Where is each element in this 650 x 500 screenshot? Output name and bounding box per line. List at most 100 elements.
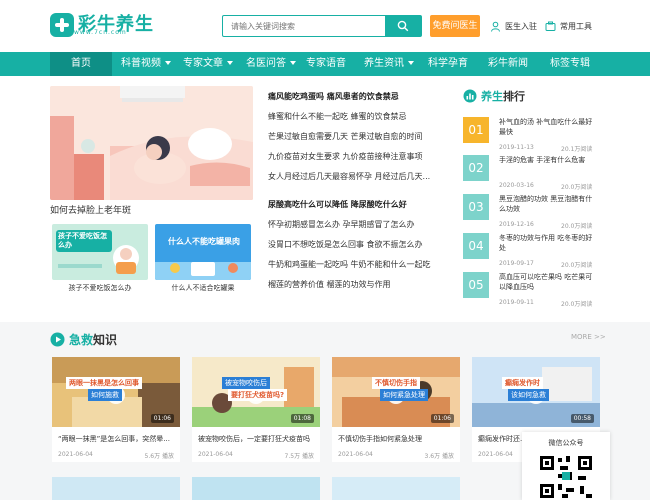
nav-label: 科学孕育 — [428, 58, 468, 69]
ranking-item[interactable]: 04 冬枣的功效与作用 吃冬枣的好处 2019-09-17 20.0万阅读 — [463, 233, 600, 271]
ranking-item[interactable]: 03 黑豆泡醋的功效 黑豆泡醋有什么功效 2019-12-16 20.0万阅读 — [463, 194, 600, 232]
nav-item-science-video[interactable]: 科普视频 — [115, 52, 177, 76]
nav-label: 科普视频 — [121, 58, 161, 69]
nav-item-company-news[interactable]: 彩牛新闻 — [480, 52, 536, 76]
chevron-down-icon — [227, 61, 233, 65]
news-headline[interactable]: 尿酸高吃什么可以降低 降尿酸吃什么好 — [268, 198, 448, 218]
ranking-number: 01 — [463, 117, 489, 143]
hero-image[interactable] — [50, 86, 253, 200]
video-card[interactable]: 不慎切伤手指 如何紧急处理 01:06 不慎切伤手指如何紧急处理 2021-06… — [332, 357, 460, 462]
ranking-item-date: 2019-09-17 — [499, 260, 534, 267]
video-duration: 01:06 — [430, 414, 454, 423]
thumb-canned-fruit-caption[interactable]: 什么人不适合吃罐果 — [155, 283, 251, 293]
ranking-title-rest: 排行 — [503, 90, 525, 103]
ranking-item[interactable]: 02 手淫的危害 手淫有什么危害 2020-03-16 20.0万阅读 — [463, 155, 600, 193]
thumb-canned-fruit[interactable]: 什么人不能吃罐果肉 — [155, 224, 251, 280]
nav-label: 彩牛新闻 — [488, 58, 528, 69]
video-overlay-subtitle: 如何紧急处理 — [380, 389, 428, 401]
hero-caption[interactable]: 如何去掉脸上老年斑 — [50, 203, 131, 216]
video-duration: 01:08 — [290, 414, 314, 423]
ranking-item-reads: 20.0万阅读 — [561, 262, 593, 269]
main-nav: 首页 科普视频 专家文章 名医问答 专家语音 养生资讯 科学孕育 彩牛新闻 标签… — [0, 52, 650, 76]
news-link[interactable]: 女人月经过后几天最容易怀孕 月经过后几天... — [268, 170, 448, 190]
search-button[interactable] — [385, 16, 421, 36]
search-bar — [222, 15, 422, 37]
nav-label: 专家语音 — [306, 58, 346, 69]
news-list: 痛风能吃鸡蛋吗 痛风患者的饮食禁忌 蜂蜜和什么不能一起吃 蜂蜜的饮食禁忌 芒果过… — [268, 90, 448, 298]
nav-label: 名医问答 — [246, 58, 286, 69]
nav-item-health-news[interactable]: 养生资讯 — [358, 52, 420, 76]
video-card[interactable]: 被宠物咬伤后 要打狂犬疫苗吗? 01:08 被宠物咬伤后，一定要打狂犬疫苗吗 2… — [192, 357, 320, 462]
video-card-partial[interactable] — [52, 477, 180, 500]
chevron-down-icon — [290, 61, 296, 65]
ranking-item-reads: 20.0万阅读 — [561, 223, 593, 230]
nav-label: 养生资讯 — [364, 58, 404, 69]
first-aid-title: 急救 知识 — [50, 331, 117, 348]
chevron-down-icon — [408, 61, 414, 65]
video-overlay-subtitle: 如何施救 — [88, 389, 122, 401]
video-date: 2021-06-04 — [478, 451, 513, 458]
ranking-item-reads: 20.1万阅读 — [561, 146, 593, 153]
nav-item-doctor-qa[interactable]: 名医问答 — [240, 52, 302, 76]
video-overlay-subtitle: 要打狂犬疫苗吗? — [228, 389, 288, 401]
doctor-join-label: 医生入驻 — [505, 21, 537, 31]
free-ask-doctor-button[interactable]: 免费问医生 — [430, 15, 480, 37]
video-date: 2021-06-04 — [198, 451, 233, 458]
news-link[interactable]: 芒果过敏自愈需要几天 芒果过敏自愈的时间 — [268, 130, 448, 150]
video-thumbnail: 不慎切伤手指 如何紧急处理 01:06 — [332, 357, 460, 427]
thumb-picky-eater-text: 孩子不爱吃饭怎么办 — [58, 232, 107, 249]
nav-item-pregnancy[interactable]: 科学孕育 — [420, 52, 476, 76]
news-link[interactable]: 没胃口不想吃饭是怎么回事 食欲不振怎么办 — [268, 238, 448, 258]
thumb-canned-fruit-image — [155, 224, 251, 280]
video-card[interactable]: 两眼一抹黑是怎么回事 如何施救 01:06 “两眼一抹黑”是怎么回事，突然晕..… — [52, 357, 180, 462]
news-link[interactable]: 怀孕初期感冒怎么办 孕早期感冒了怎么办 — [268, 218, 448, 238]
ranking-number: 05 — [463, 272, 489, 298]
news-link[interactable]: 蜂蜜和什么不能一起吃 蜂蜜的饮食禁忌 — [268, 110, 448, 130]
ranking-number: 04 — [463, 233, 489, 259]
video-date: 2021-06-04 — [58, 451, 93, 458]
ranking-number: 03 — [463, 194, 489, 220]
ranking-item-title: 黑豆泡醋的功效 黑豆泡醋有什么功效 — [499, 195, 593, 213]
video-date: 2021-06-04 — [338, 451, 373, 458]
first-aid-title-rest: 知识 — [93, 333, 118, 347]
ranking-title: 养生 排行 — [463, 88, 525, 104]
doctor-join-link[interactable]: 医生入驻 — [490, 15, 537, 37]
thumb-picky-eater[interactable]: 孩子不爱吃饭怎么办 — [52, 224, 148, 280]
header: 彩牛养生 www.7cn.com 免费问医生 医生入驻 常用工具 — [0, 0, 650, 52]
nav-item-expert-voice[interactable]: 专家语音 — [298, 52, 354, 76]
news-link[interactable]: 榴莲的营养价值 榴莲的功效与作用 — [268, 278, 448, 298]
video-card-partial[interactable] — [332, 477, 460, 500]
video-title: 不慎切伤手指如何紧急处理 — [338, 435, 422, 443]
ranking-item-title: 冬枣的功效与作用 吃冬枣的好处 — [499, 234, 593, 252]
nav-item-expert-articles[interactable]: 专家文章 — [177, 52, 239, 76]
ranking-item[interactable]: 01 补气血的汤 补气血吃什么最好最快 2019-11-13 20.1万阅读 — [463, 117, 600, 155]
nav-item-tag-albums[interactable]: 标签专辑 — [542, 52, 598, 76]
thumb-picky-eater-caption[interactable]: 孩子不爱吃饭怎么办 — [52, 283, 148, 293]
wechat-qr-popup: 微信公众号 — [522, 432, 610, 500]
first-aid-icon — [50, 332, 65, 347]
logo-url: www.7cn.com — [74, 29, 127, 36]
hero-illustration — [50, 86, 253, 200]
nav-label: 专家文章 — [183, 58, 223, 69]
thumb-canned-fruit-text: 什么人不能吃罐果肉 — [168, 237, 240, 246]
ranking-item-date: 2019-12-16 — [499, 221, 534, 228]
more-link[interactable]: MORE >> — [571, 333, 606, 341]
news-headline[interactable]: 痛风能吃鸡蛋吗 痛风患者的饮食禁忌 — [268, 90, 448, 110]
video-card-partial[interactable] — [192, 477, 320, 500]
news-link[interactable]: 九价疫苗对女生要求 九价疫苗接种注意事项 — [268, 150, 448, 170]
chevron-down-icon — [165, 61, 171, 65]
nav-item-home[interactable]: 首页 — [50, 52, 112, 76]
video-thumbnail: 被宠物咬伤后 要打狂犬疫苗吗? 01:08 — [192, 357, 320, 427]
search-input[interactable] — [223, 16, 385, 36]
ranking-item[interactable]: 05 高血压可以吃芒果吗 吃芒果可以降血压吗 2019-09-11 20.0万阅… — [463, 272, 600, 310]
qr-label: 微信公众号 — [548, 439, 584, 447]
news-link[interactable]: 牛奶和鸡蛋能一起吃吗 牛奶不能和什么一起吃 — [268, 258, 448, 278]
tools-link[interactable]: 常用工具 — [545, 15, 592, 37]
video-overlay-subtitle: 该如何急救 — [508, 389, 549, 401]
ranking-item-date: 2019-09-11 — [499, 299, 534, 306]
video-duration: 01:06 — [150, 414, 174, 423]
ranking-item-title: 高血压可以吃芒果吗 吃芒果可以降血压吗 — [499, 273, 593, 291]
ranking-item-reads: 20.0万阅读 — [561, 184, 593, 191]
video-plays: 3.6万 播放 — [424, 453, 454, 460]
tools-label: 常用工具 — [560, 21, 592, 31]
